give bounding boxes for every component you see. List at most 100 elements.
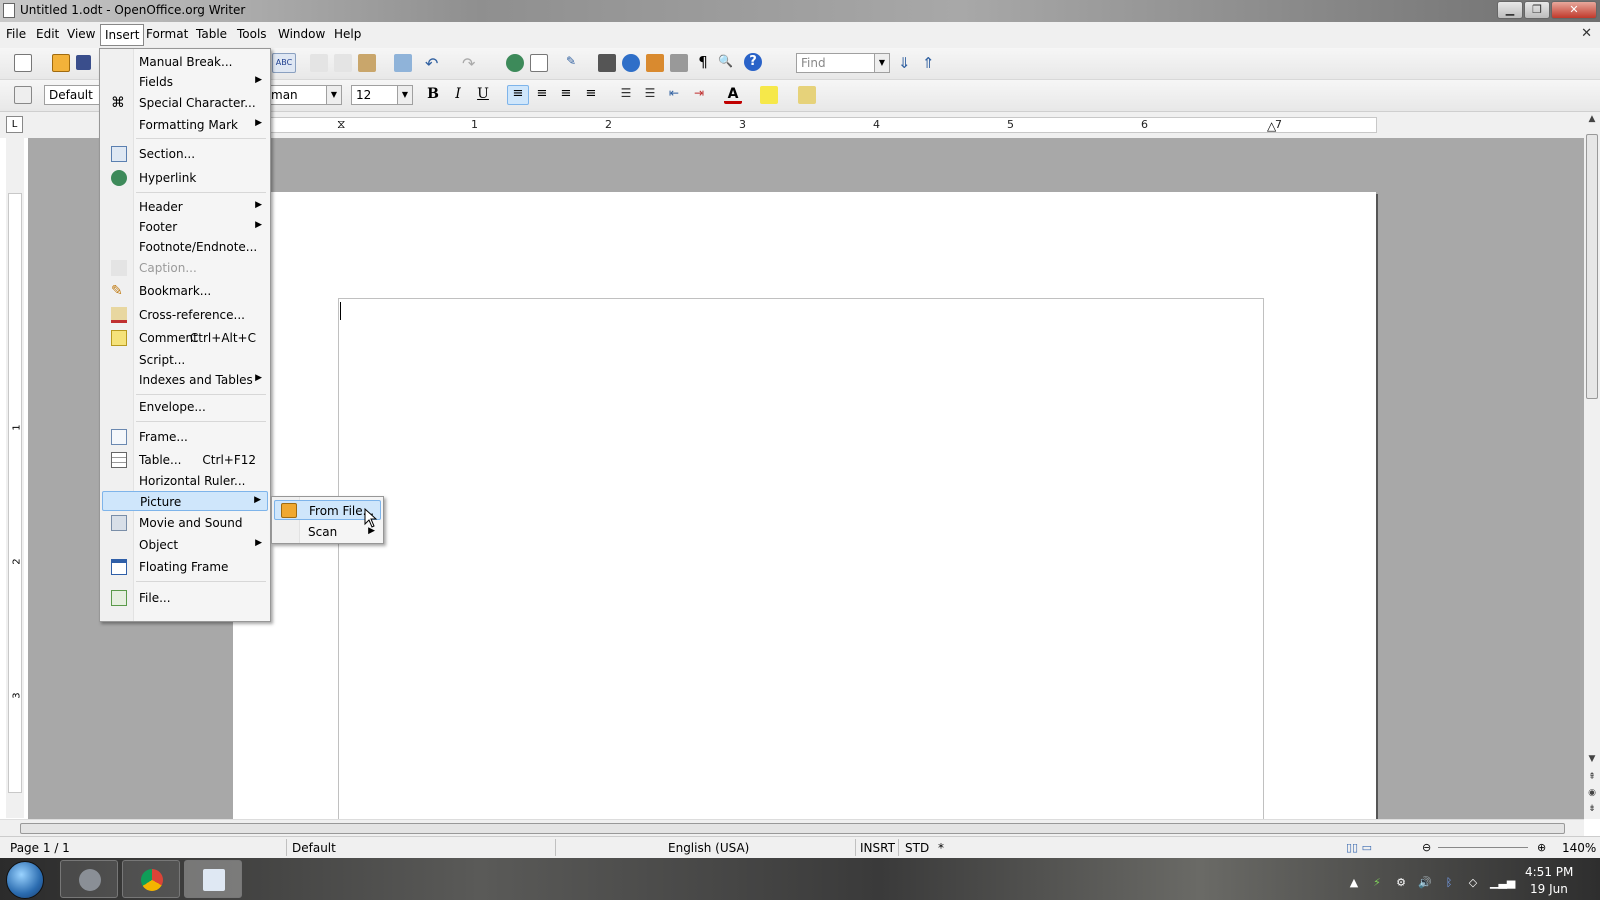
- menu-item-cross-reference[interactable]: Cross-reference...: [102, 305, 268, 325]
- indent-marker-icon[interactable]: ⧖: [337, 117, 345, 132]
- menu-item-horizontal-ruler[interactable]: Horizontal Ruler...: [102, 471, 268, 491]
- find-input[interactable]: Find ▼: [796, 53, 890, 73]
- align-center-button[interactable]: ≡: [533, 86, 551, 104]
- menu-table[interactable]: Table: [196, 27, 227, 41]
- underline-button[interactable]: U: [474, 86, 492, 102]
- steam-tray-icon[interactable]: ⚙: [1394, 876, 1408, 890]
- vertical-scrollbar[interactable]: ▲ ▼ ⇞ ◉ ⇟: [1584, 112, 1600, 819]
- decrease-indent-icon[interactable]: ⇤: [665, 86, 683, 104]
- zoom-out-icon[interactable]: ⊖: [1422, 841, 1431, 854]
- find-next-icon[interactable]: ⇓: [898, 54, 916, 72]
- paragraph-style-select[interactable]: Default: [44, 85, 102, 105]
- chevron-down-icon[interactable]: ▼: [397, 86, 412, 104]
- menu-item-manual-break[interactable]: Manual Break...: [102, 52, 268, 72]
- bluetooth-icon[interactable]: ᛒ: [1442, 876, 1456, 890]
- menu-help[interactable]: Help: [334, 27, 361, 41]
- chevron-down-icon[interactable]: ▼: [326, 86, 341, 104]
- taskbar-app-button[interactable]: [184, 860, 242, 898]
- data-sources-icon[interactable]: [670, 54, 688, 72]
- align-left-button[interactable]: ≡: [507, 85, 529, 105]
- open-folder-icon[interactable]: [52, 54, 70, 72]
- formatting-marks-icon[interactable]: ¶: [694, 53, 712, 71]
- menu-item-section[interactable]: Section...: [102, 144, 268, 164]
- menu-item-header[interactable]: Header ▶: [102, 197, 268, 217]
- gallery-icon[interactable]: [646, 54, 664, 72]
- menu-item-indexes-and-tables[interactable]: Indexes and Tables ▶: [102, 370, 268, 390]
- menu-item-envelope[interactable]: Envelope...: [102, 397, 268, 417]
- paste-icon[interactable]: [358, 54, 376, 72]
- zoom-icon[interactable]: 🔍: [718, 54, 736, 72]
- menu-item-file[interactable]: File...: [102, 588, 268, 608]
- menu-item-script[interactable]: Script...: [102, 350, 268, 370]
- undo-icon[interactable]: ↶: [425, 54, 443, 73]
- font-name-select[interactable]: man ▼: [266, 85, 342, 105]
- menu-item-bookmark[interactable]: ✎ Bookmark...: [102, 281, 268, 301]
- highlighting-icon[interactable]: [760, 86, 778, 104]
- menu-item-special-character[interactable]: ⌘ Special Character...: [102, 93, 268, 113]
- save-icon[interactable]: [76, 55, 91, 70]
- zoom-slider[interactable]: [1438, 847, 1528, 848]
- next-page-icon[interactable]: ⇟: [1586, 804, 1598, 818]
- taskbar-app-button[interactable]: [60, 860, 118, 898]
- signal-icon[interactable]: ▁▃▅: [1490, 876, 1515, 890]
- font-color-icon[interactable]: A: [724, 86, 742, 104]
- menu-item-picture[interactable]: Picture ▶: [102, 491, 268, 511]
- menu-edit[interactable]: Edit: [36, 27, 59, 41]
- redo-icon[interactable]: ↷: [462, 54, 480, 73]
- align-right-button[interactable]: ≡: [557, 86, 575, 104]
- menu-item-formatting-mark[interactable]: Formatting Mark ▶: [102, 115, 268, 135]
- clock-time[interactable]: 4:51 PM: [1525, 865, 1573, 879]
- menu-format[interactable]: Format: [146, 27, 188, 41]
- view-layout-icon[interactable]: ▯▯ ▭: [1346, 841, 1372, 854]
- page-style[interactable]: Default: [292, 841, 336, 855]
- menu-item-comment[interactable]: Comment Ctrl+Alt+C: [102, 328, 268, 348]
- clone-formatting-icon[interactable]: [394, 54, 412, 72]
- bullets-icon[interactable]: ☰: [641, 86, 659, 104]
- show-draw-functions-icon[interactable]: ✎: [566, 54, 584, 72]
- close-document-icon[interactable]: ✕: [1581, 26, 1592, 41]
- menu-item-object[interactable]: Object ▶: [102, 535, 268, 555]
- background-color-icon[interactable]: [798, 86, 816, 104]
- zoom-in-icon[interactable]: ⊕: [1537, 841, 1546, 854]
- scroll-up-icon[interactable]: ▲: [1586, 114, 1598, 128]
- font-size-select[interactable]: 12 ▼: [351, 85, 413, 105]
- menu-item-floating-frame[interactable]: Floating Frame: [102, 557, 268, 577]
- bold-button[interactable]: B: [424, 86, 442, 102]
- zoom-level[interactable]: 140%: [1562, 841, 1596, 855]
- taskbar-app-button[interactable]: [122, 860, 180, 898]
- document-page[interactable]: [233, 192, 1376, 819]
- show-hidden-icons-icon[interactable]: ▲: [1347, 876, 1361, 890]
- new-document-icon[interactable]: [14, 54, 32, 72]
- start-button[interactable]: [6, 861, 44, 899]
- increase-indent-icon[interactable]: ⇥: [690, 86, 708, 104]
- chevron-down-icon[interactable]: ▼: [874, 54, 889, 72]
- language-indicator[interactable]: English (USA): [668, 841, 749, 855]
- vertical-ruler-strip[interactable]: 1 2 3: [8, 193, 23, 793]
- maximize-button[interactable]: ❐: [1524, 1, 1550, 19]
- horizontal-ruler[interactable]: 1 2 3 4 5 6 7 ⧖ △: [270, 117, 1377, 133]
- menu-file[interactable]: File: [6, 27, 26, 41]
- find-replace-icon[interactable]: [598, 54, 616, 72]
- insert-mode[interactable]: INSRT: [860, 841, 895, 855]
- action-center-icon[interactable]: ◇: [1466, 876, 1480, 890]
- menu-item-frame[interactable]: Frame...: [102, 427, 268, 447]
- right-indent-marker-icon[interactable]: △: [1267, 119, 1276, 133]
- copy-icon[interactable]: [334, 54, 352, 72]
- autospellcheck-icon[interactable]: ABC: [272, 53, 296, 73]
- menu-item-table[interactable]: Table... Ctrl+F12: [102, 450, 268, 470]
- selection-mode[interactable]: STD: [905, 841, 929, 855]
- navigation-icon[interactable]: ◉: [1586, 788, 1598, 802]
- scroll-down-icon[interactable]: ▼: [1586, 754, 1598, 768]
- help-icon[interactable]: ?: [744, 53, 762, 71]
- scroll-thumb[interactable]: [20, 823, 1565, 834]
- minimize-button[interactable]: ▁: [1497, 1, 1523, 19]
- menu-item-fields[interactable]: Fields ▶: [102, 72, 268, 92]
- menu-item-footer[interactable]: Footer ▶: [102, 217, 268, 237]
- menu-view[interactable]: View: [67, 27, 95, 41]
- scroll-thumb[interactable]: [1586, 134, 1598, 399]
- menu-insert[interactable]: Insert: [100, 24, 145, 46]
- close-button[interactable]: ✕: [1551, 1, 1597, 19]
- cut-icon[interactable]: [310, 54, 328, 72]
- page-indicator[interactable]: Page 1 / 1: [10, 841, 70, 855]
- numbering-icon[interactable]: ☰: [617, 86, 635, 104]
